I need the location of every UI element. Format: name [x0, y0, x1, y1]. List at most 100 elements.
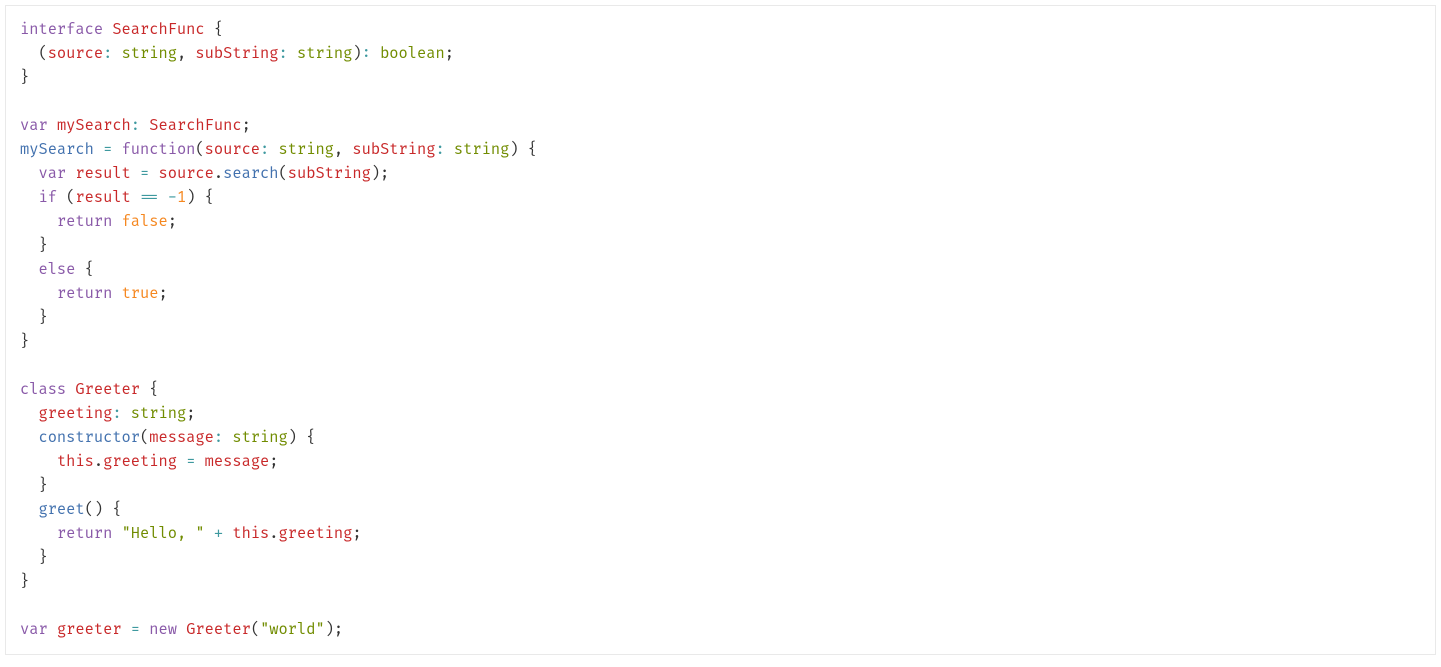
code-token: { [140, 380, 158, 399]
code-line: interface SearchFunc { [20, 18, 1421, 42]
code-token [177, 620, 186, 639]
code-token: . [214, 164, 223, 183]
code-token: message [205, 452, 270, 471]
code-token: string [122, 44, 177, 63]
code-token: source [159, 164, 214, 183]
code-token: string [297, 44, 352, 63]
code-token: 1 [177, 188, 186, 207]
code-token: ; [168, 212, 177, 231]
code-token: SearchFunc [112, 20, 204, 39]
code-line: } [20, 306, 1421, 330]
code-token [20, 188, 38, 207]
code-token [131, 164, 140, 183]
code-token: true [122, 284, 159, 303]
code-token: , [177, 44, 195, 63]
code-token: greeting [103, 452, 177, 471]
code-token: result [75, 188, 130, 207]
code-token: = [103, 140, 112, 159]
code-token [223, 524, 232, 543]
code-token: Greeter [75, 380, 140, 399]
code-token: . [94, 452, 103, 471]
code-token [66, 380, 75, 399]
code-token [20, 284, 57, 303]
code-token: == [140, 188, 158, 207]
code-line [20, 354, 1421, 378]
code-token: function [122, 140, 196, 159]
code-token: "world" [260, 620, 325, 639]
code-token: new [149, 620, 177, 639]
code-line: } [20, 546, 1421, 570]
code-token: . [269, 524, 278, 543]
code-token [159, 188, 168, 207]
code-token: var [38, 164, 66, 183]
code-token: ( [20, 44, 48, 63]
code-token: SearchFunc [149, 116, 241, 135]
code-token: mySearch [57, 116, 131, 135]
code-token [149, 164, 158, 183]
code-token [20, 428, 38, 447]
code-token: { [205, 20, 223, 39]
code-token: : [260, 140, 278, 159]
code-line [20, 594, 1421, 618]
code-token: } [20, 308, 48, 327]
code-token: { [75, 260, 93, 279]
code-token [112, 284, 121, 303]
code-token: , [334, 140, 352, 159]
code-token: () { [85, 500, 122, 519]
code-token: boolean [380, 44, 445, 63]
code-line: this.greeting = message; [20, 450, 1421, 474]
code-token: interface [20, 20, 103, 39]
code-token: subString [288, 164, 371, 183]
code-line: class Greeter { [20, 378, 1421, 402]
code-token: ( [195, 140, 204, 159]
code-line: } [20, 474, 1421, 498]
code-token: class [20, 380, 66, 399]
code-token: greet [38, 500, 84, 519]
code-token [20, 524, 57, 543]
code-token: search [223, 164, 278, 183]
code-token [195, 452, 204, 471]
code-token: ( [57, 188, 75, 207]
code-token [20, 500, 38, 519]
code-token: greeting [38, 404, 112, 423]
code-token [177, 452, 186, 471]
code-token: ) [352, 44, 361, 63]
code-token [20, 164, 38, 183]
code-line: } [20, 330, 1421, 354]
code-token: source [205, 140, 260, 159]
code-line: (source: string, subString: string): boo… [20, 42, 1421, 66]
code-token: ( [279, 164, 288, 183]
code-token: } [20, 476, 48, 495]
code-token: Greeter [186, 620, 251, 639]
code-token: subString [195, 44, 278, 63]
code-token: string [232, 428, 287, 447]
code-token: "Hello, " [122, 524, 205, 543]
code-line: constructor(message: string) { [20, 426, 1421, 450]
code-line: greet() { [20, 498, 1421, 522]
code-token [20, 404, 38, 423]
code-token: : [362, 44, 380, 63]
code-line: return false; [20, 210, 1421, 234]
code-token [112, 212, 121, 231]
code-line: var greeter = new Greeter("world"); [20, 618, 1421, 642]
code-token: : [214, 428, 232, 447]
code-token: ; [242, 116, 251, 135]
code-token [20, 212, 57, 231]
code-token [94, 140, 103, 159]
code-token [48, 620, 57, 639]
code-line: } [20, 570, 1421, 594]
code-token: this [57, 452, 94, 471]
code-line: greeting: string; [20, 402, 1421, 426]
code-token: ( [140, 428, 149, 447]
code-token: ; [352, 524, 361, 543]
code-token: : [112, 404, 130, 423]
code-line: mySearch = function(source: string, subS… [20, 138, 1421, 162]
code-token: : [435, 140, 453, 159]
code-token: string [131, 404, 186, 423]
code-token: : [279, 44, 297, 63]
code-token: - [168, 188, 177, 207]
code-token: } [20, 236, 48, 255]
code-token: } [20, 332, 29, 351]
code-line: return "Hello, " + this.greeting; [20, 522, 1421, 546]
code-token: } [20, 548, 48, 567]
